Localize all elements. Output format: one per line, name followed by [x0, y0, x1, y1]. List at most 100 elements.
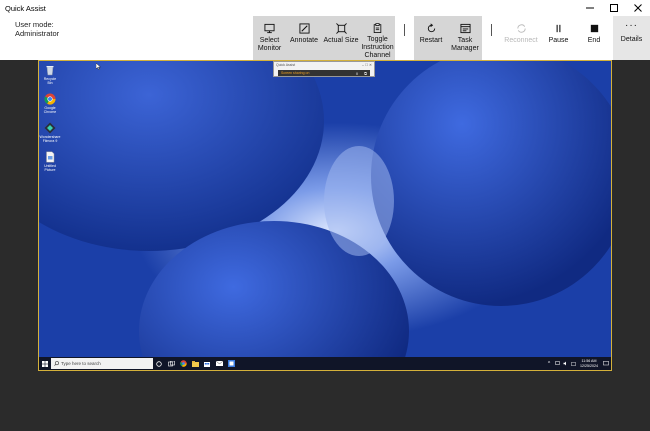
monitor-icon: [264, 23, 275, 34]
taskbar-mail[interactable]: [213, 357, 225, 370]
mouse-cursor-icon: [96, 63, 101, 70]
chrome-label: Google Chrome: [43, 106, 57, 114]
tray-keyboard-icon[interactable]: [569, 357, 577, 370]
annotate-label: Annotate: [289, 37, 319, 44]
cortana-button[interactable]: [153, 357, 165, 370]
minimize-button[interactable]: [578, 0, 602, 16]
remote-qa-window-controls: – ☐ ✕: [362, 63, 372, 67]
start-button[interactable]: [39, 357, 51, 370]
desktop-icon-recycle-bin[interactable]: Recycle Bin: [41, 64, 59, 85]
taskbar-date: 12/25/2024: [580, 363, 598, 368]
desktop-wallpaper: [39, 61, 611, 370]
windows-icon: [42, 360, 48, 367]
quick-assist-icon: [227, 360, 235, 367]
restart-icon: [427, 23, 435, 33]
desktop-icon-wondershare[interactable]: Wondershare Filmora 9: [39, 122, 61, 143]
folder-icon: [191, 360, 199, 367]
taskbar-chrome[interactable]: [177, 357, 189, 370]
remote-desktop-view[interactable]: Recycle Bin Google Chrome Wondershare Fi…: [38, 60, 612, 371]
quick-assist-app: Quick Assist User mode: Administrator Se…: [0, 0, 650, 431]
pause-button[interactable]: Pause: [541, 16, 576, 60]
stop-icon: [590, 24, 598, 33]
toggle-label-2: Instruction: [361, 44, 394, 51]
end-label: End: [587, 37, 601, 44]
reconnect-icon: [516, 24, 526, 33]
restart-label: Restart: [419, 37, 443, 44]
actual-size-label: Actual Size: [323, 37, 359, 44]
remote-qa-titlebar: Quick Assist – ☐ ✕: [274, 62, 374, 68]
pause-icon: [556, 24, 561, 33]
tray-volume-icon[interactable]: [561, 357, 569, 370]
recycle-bin-label: Recycle Bin: [43, 77, 57, 85]
system-tray: ^ 11:56 AM 12/25/2024: [545, 357, 611, 370]
restart-button[interactable]: Restart: [414, 16, 448, 60]
task-view-icon: [167, 360, 175, 366]
toggle-instruction-channel-button[interactable]: Toggle Instruction Channel: [360, 16, 395, 60]
pause-icon[interactable]: II: [353, 71, 361, 76]
task-manager-label-2: Manager: [451, 45, 479, 52]
annotate-button[interactable]: Annotate: [286, 16, 322, 60]
remote-qa-status: Screen sharing on: [281, 71, 310, 75]
tray-network-icon[interactable]: [553, 357, 561, 370]
filmora-icon: [44, 122, 56, 134]
task-view-button[interactable]: [165, 357, 177, 370]
taskbar-store[interactable]: [201, 357, 213, 370]
taskbar-quick-assist[interactable]: [225, 357, 237, 370]
store-icon: [204, 361, 210, 367]
taskbar-search-placeholder: Type here to search: [61, 361, 101, 366]
taskbar-search-box[interactable]: Type here to search: [51, 358, 153, 369]
maximize-button[interactable]: [602, 0, 626, 16]
tray-chevron-icon[interactable]: ^: [545, 357, 553, 370]
recycle-bin-icon: [46, 66, 54, 76]
pen-icon: [298, 23, 310, 34]
toolbar: Select Monitor Annotate Actual Size Togg…: [253, 16, 612, 60]
mail-icon: [215, 361, 223, 366]
remote-qa-title: Quick Assist: [276, 63, 296, 67]
copy-icon[interactable]: ⧉: [361, 71, 370, 76]
title-bar: Quick Assist: [0, 0, 650, 16]
remote-qa-status-bar: Screen sharing on II ⧉: [278, 70, 370, 76]
close-button[interactable]: [626, 0, 650, 16]
toggle-label-1: Toggle: [367, 36, 388, 43]
end-button[interactable]: End: [576, 16, 612, 60]
cortana-icon: [156, 360, 162, 367]
select-monitor-button[interactable]: Select Monitor: [253, 16, 286, 60]
close-icon: [634, 4, 642, 12]
picture-file-icon: [46, 151, 55, 163]
actual-size-icon: [335, 23, 347, 34]
user-mode: User mode: Administrator: [15, 20, 59, 38]
more-icon: ···: [625, 20, 638, 31]
details-button[interactable]: ··· Details: [613, 16, 650, 60]
details-label: Details: [620, 36, 643, 43]
search-icon: [54, 361, 59, 366]
pause-label: Pause: [548, 37, 569, 44]
taskbar-time: 11:56 AM: [581, 359, 597, 363]
maximize-icon: [610, 4, 618, 12]
taskbar-clock[interactable]: 11:56 AM 12/25/2024: [577, 359, 601, 368]
desktop-icon-untitled-picture[interactable]: Untitled Picture: [41, 151, 59, 172]
select-monitor-label-2: Monitor: [257, 45, 282, 52]
taskbar-file-explorer[interactable]: [189, 357, 201, 370]
remote-quick-assist-window[interactable]: Quick Assist – ☐ ✕ Screen sharing on II …: [273, 61, 375, 77]
wondershare-label: Wondershare Filmora 9: [39, 135, 61, 143]
remote-taskbar: Type here to search ^ 11:56 AM 12/25/202…: [39, 357, 611, 370]
clipboard-icon: [373, 23, 382, 33]
task-manager-icon: [459, 23, 471, 34]
user-mode-label: User mode:: [15, 20, 54, 29]
user-mode-value: Administrator: [15, 29, 60, 38]
header: User mode: Administrator Select Monitor …: [0, 16, 650, 60]
desktop-icon-chrome[interactable]: Google Chrome: [41, 93, 59, 114]
chrome-icon: [179, 360, 187, 367]
actual-size-button[interactable]: Actual Size: [322, 16, 360, 60]
minimize-icon: [586, 7, 594, 9]
toolbar-separator: [404, 24, 405, 36]
select-monitor-label-1: Select: [259, 37, 280, 44]
chrome-icon: [44, 93, 56, 105]
toolbar-separator: [491, 24, 492, 36]
toggle-label-3: Channel: [364, 52, 391, 59]
window-title: Quick Assist: [5, 3, 46, 13]
untitled-picture-label: Untitled Picture: [44, 164, 56, 172]
notification-icon[interactable]: [601, 357, 611, 370]
reconnect-button[interactable]: Reconnect: [501, 16, 541, 60]
task-manager-button[interactable]: Task Manager: [448, 16, 482, 60]
